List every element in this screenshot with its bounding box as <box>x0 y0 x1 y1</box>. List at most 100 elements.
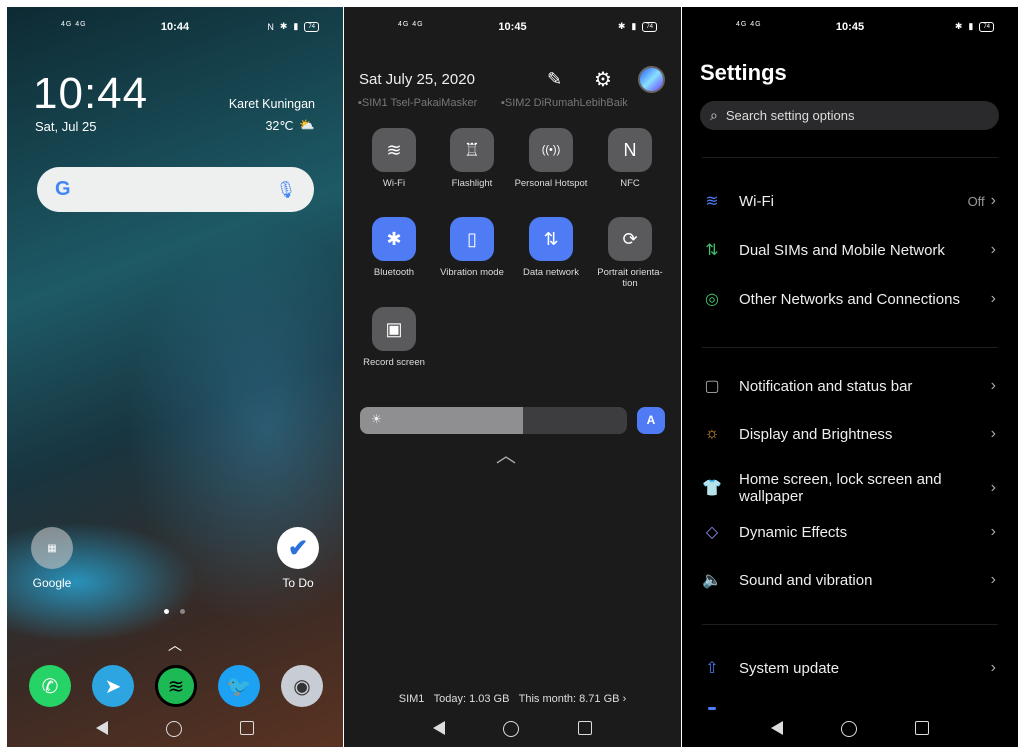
tile-label: Vibration mode <box>440 267 504 278</box>
vibrate-icon: ▮ <box>293 21 299 31</box>
home-icon[interactable] <box>841 721 857 737</box>
tile-label: Data network <box>523 267 579 278</box>
temperature: 32℃ <box>265 119 294 133</box>
settings-item[interactable]: 👕 Home screen, lock screen and wallpaper › <box>682 463 1018 513</box>
settings-item-label: Dynamic Effects <box>739 523 848 541</box>
whatsapp-icon: ✆ <box>41 675 59 698</box>
status-icons: ✱ ▮ 74 <box>955 21 994 32</box>
tile-vibration[interactable]: ▯ <box>450 217 494 261</box>
todo-app-icon[interactable]: ✔ <box>277 527 319 569</box>
battery-icon: 74 <box>304 21 319 32</box>
nav-bar <box>344 721 681 737</box>
tile-flashlight[interactable]: ♖ <box>450 128 494 172</box>
chevron-right-icon: › <box>990 290 996 307</box>
settings-item[interactable]: ◎ Other Networks and Connections › <box>682 279 1018 319</box>
wifi-icon: ≋ <box>386 139 402 160</box>
camera-icon: ◉ <box>293 675 311 698</box>
nfc-icon: N <box>267 21 274 32</box>
dual-sim-icon: ⇅ <box>705 242 719 259</box>
brightness-slider[interactable]: ☀ <box>360 407 627 434</box>
settings-item-label: Display and Brightness <box>739 425 893 443</box>
edit-pencil-icon[interactable]: ✎ <box>547 69 562 90</box>
partly-cloudy-icon: ⛅ <box>299 118 315 132</box>
settings-item-label: Notification and status bar <box>739 377 913 395</box>
app-drawer-chevron-icon[interactable]: ︿ <box>168 635 182 655</box>
tile-nfc[interactable]: N <box>608 128 652 172</box>
settings-item-label: System update <box>739 659 840 677</box>
google-folder[interactable]: ▦ <box>31 527 73 569</box>
divider <box>702 347 998 348</box>
settings-item[interactable]: 🔈 Sound and vibration › <box>682 560 1018 600</box>
rotation-lock-icon: ⟳ <box>622 228 638 249</box>
settings-item-label: Dual SIMs and Mobile Network <box>739 241 945 259</box>
chevron-right-icon: › <box>990 571 996 588</box>
page-title: Settings <box>700 60 787 85</box>
tile-label: Bluetooth <box>373 267 415 278</box>
data-usage[interactable]: SIM1 Today: 1.03 GB This month: 8.71 GB … <box>344 693 681 705</box>
recents-icon[interactable] <box>915 721 929 735</box>
quick-settings-panel: 4G 4G 10:45 ✱ ▮ 74 Sat July 25, 2020 ✎ ⚙ ▪… <box>344 7 681 747</box>
camera-app[interactable]: ◉ <box>281 665 323 707</box>
settings-item-label: Other Networks and Connections <box>739 290 960 308</box>
tile-rotation-lock[interactable]: ⟳ <box>608 217 652 261</box>
chevron-right-icon: › <box>990 425 996 442</box>
weather-location[interactable]: Karet Kuningan <box>229 97 315 111</box>
telegram-app[interactable]: ➤ <box>92 665 134 707</box>
tile-label: Flashlight <box>451 178 493 189</box>
vibrate-icon: ▮ <box>631 21 637 31</box>
microphone-icon[interactable]: 🎙 <box>276 180 296 200</box>
avatar[interactable] <box>638 66 665 93</box>
back-icon[interactable] <box>433 721 446 735</box>
tile-data-network[interactable]: ⇅ <box>529 217 573 261</box>
settings-item[interactable]: ≋ Wi-Fi Off › <box>682 181 1018 221</box>
whatsapp-app[interactable]: ✆ <box>29 665 71 707</box>
settings-item[interactable]: ⇅ Dual SIMs and Mobile Network › <box>682 230 1018 270</box>
bluetooth-icon: ✱ <box>954 21 963 31</box>
settings-item[interactable]: ⇧ System update › <box>682 648 1018 688</box>
connections-icon: ◎ <box>705 291 719 308</box>
settings-item-value: Off <box>967 193 985 209</box>
sun-icon: ☀ <box>371 412 382 426</box>
tile-record-screen[interactable]: ▣ <box>372 307 416 351</box>
home-icon[interactable] <box>166 721 182 737</box>
tile-wifi[interactable]: ≋ <box>372 128 416 172</box>
home-icon[interactable] <box>503 721 520 737</box>
settings-screen: 4G 4G 10:45 ✱ ▮ 74 Settings ⌕ Search setti… <box>682 7 1018 747</box>
settings-item-label: Home screen, lock screen and wallpaper <box>739 471 942 505</box>
divider <box>702 157 998 158</box>
shade-date: Sat July 25, 2020 <box>359 71 475 88</box>
tile-bluetooth[interactable]: ✱ <box>372 217 416 261</box>
update-arrow-icon: ⇧ <box>705 660 719 677</box>
telegram-icon: ➤ <box>104 675 122 698</box>
chevron-right-icon: › <box>622 693 627 705</box>
spotify-icon: ≋ <box>167 675 185 698</box>
search-input[interactable]: ⌕ Search setting options <box>700 101 999 130</box>
clock[interactable]: 10:44 <box>33 69 148 119</box>
twitter-app[interactable]: 🐦 <box>218 665 260 707</box>
settings-item[interactable]: ▢ Notification and status bar › <box>682 366 1018 406</box>
tile-hotspot[interactable]: ((•)) <box>529 128 573 172</box>
spotify-app[interactable]: ≋ <box>155 665 197 707</box>
hotspot-icon: ((•)) <box>541 144 561 156</box>
dock: ✆ ➤ ≋ 🐦 ◉ <box>29 665 323 707</box>
settings-item-label: Sound and vibration <box>739 571 873 589</box>
back-icon[interactable] <box>771 721 783 735</box>
vibrate-icon: ▮ <box>968 21 974 31</box>
flashlight-icon: ♖ <box>463 139 481 160</box>
collapse-handle-icon[interactable]: ︿ <box>496 439 516 468</box>
sim1-label: ▪SIM1 Tsel-PakaiMasker <box>358 97 478 109</box>
back-icon[interactable] <box>96 721 108 735</box>
settings-item[interactable]: ◇ Dynamic Effects › <box>682 512 1018 552</box>
recents-icon[interactable] <box>577 721 592 735</box>
recents-icon[interactable] <box>240 721 254 735</box>
google-search-bar[interactable]: G 🎙 <box>37 167 314 212</box>
nav-bar <box>682 715 1018 737</box>
tile-label: Portrait orienta-tion <box>597 267 663 289</box>
settings-item[interactable]: ☼ Display and Brightness › <box>682 414 1018 454</box>
search-icon: ⌕ <box>710 107 718 123</box>
page-indicator-active <box>164 609 169 614</box>
speaker-icon: 🔈 <box>702 572 722 589</box>
auto-brightness-button[interactable]: A <box>637 407 665 434</box>
twitter-icon: 🐦 <box>226 675 252 698</box>
gear-icon[interactable]: ⚙ <box>594 67 612 92</box>
